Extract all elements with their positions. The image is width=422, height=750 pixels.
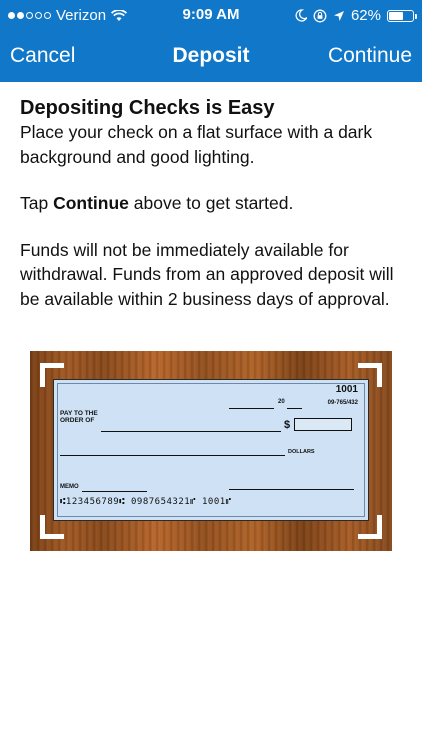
micr-line: ⑆123456789⑆ 0987654321⑈ 1001⑈ — [60, 497, 232, 507]
routing-fraction: 09-765/432 — [327, 400, 358, 406]
instructions-heading: Depositing Checks is Easy — [20, 97, 275, 119]
tap-prefix: Tap — [20, 193, 54, 213]
tap-suffix: above to get started. — [128, 193, 294, 213]
continue-button[interactable]: Continue — [328, 44, 412, 68]
location-arrow-icon — [333, 10, 344, 21]
battery-level — [389, 11, 404, 20]
tap-continue-emphasis: Continue — [53, 193, 129, 213]
date-year-line — [287, 408, 302, 409]
moon-icon — [295, 9, 307, 22]
date-line — [229, 408, 274, 409]
intro-text: Place your check on a flat surface with … — [20, 122, 373, 167]
amount-box — [294, 418, 352, 431]
lock-rotation-icon — [313, 9, 327, 22]
status-bar: Verizon 9:09 AM 62% — [0, 0, 422, 32]
battery-icon — [387, 9, 417, 22]
instructions: Depositing Checks is Easy Place your che… — [20, 96, 410, 311]
sample-check: 1001 20 09-765/432 PAY TO THE ORDER OF $… — [53, 379, 369, 521]
memo-line — [82, 491, 147, 492]
payee-line — [101, 431, 281, 432]
memo-label: MEMO — [60, 484, 79, 490]
check-number: 1001 — [335, 384, 358, 395]
navigation-bar: Cancel Deposit Continue — [0, 32, 422, 82]
dollar-sign: $ — [284, 419, 291, 431]
date-year: 20 — [278, 399, 285, 405]
status-indicators: 62% — [295, 7, 417, 24]
battery-percent: 62% — [350, 7, 381, 24]
check-illustration: 1001 20 09-765/432 PAY TO THE ORDER OF $… — [30, 351, 392, 551]
funds-availability-text: Funds will not be immediately available … — [20, 239, 394, 309]
signature-line — [229, 489, 354, 490]
dollars-label: DOLLARS — [288, 449, 315, 455]
pay-to-label: PAY TO THE ORDER OF — [60, 410, 98, 424]
written-amount-line — [60, 455, 285, 456]
tap-continue-text: Tap Continue above to get started. — [20, 191, 410, 216]
